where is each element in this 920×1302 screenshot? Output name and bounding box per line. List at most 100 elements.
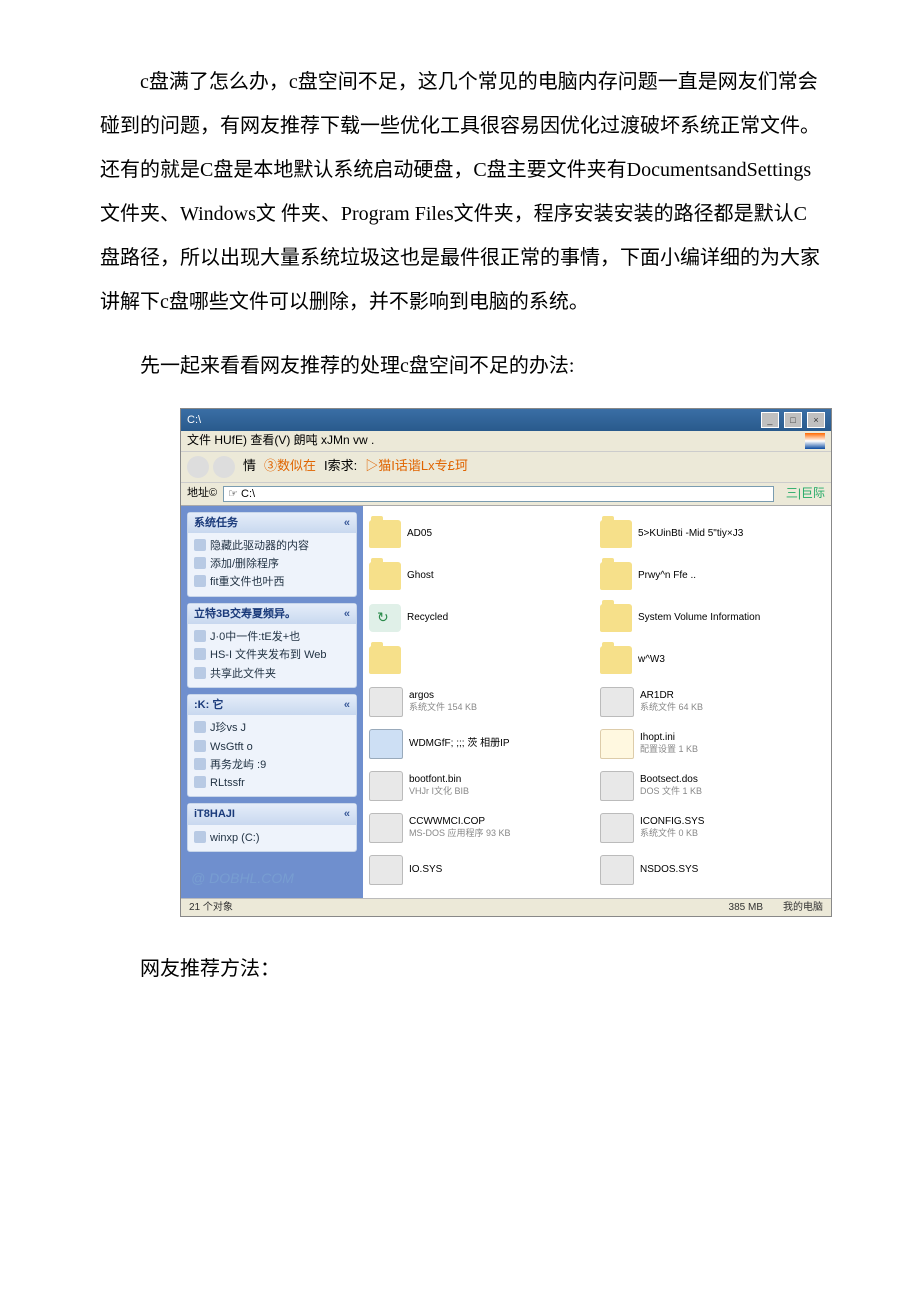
sidebar-panel-body: 隐藏此驱动器的内容添加/删除程序fit重文件也叶西: [188, 533, 356, 596]
sidebar-panel-title[interactable]: :K: 它: [188, 695, 356, 715]
windows-flag-icon: [805, 433, 825, 449]
file-label: ICONFIG.SYS系统文件 0 KB: [640, 815, 704, 840]
file-label: AD05: [407, 527, 432, 540]
toolbar-text-mid: ③数似在: [264, 458, 316, 475]
file-item[interactable]: w^W3: [600, 640, 825, 680]
sidebar-item[interactable]: fit重文件也叶西: [194, 573, 350, 591]
file-label: Bootsect.dosDOS 文件 1 KB: [640, 773, 702, 798]
status-left: 21 个对象: [189, 901, 233, 914]
sidebar-item[interactable]: HS‑I 文件夹发布到 Web: [194, 646, 350, 664]
file-item[interactable]: ICONFIG.SYS系统文件 0 KB: [600, 808, 825, 848]
file-name: IO.SYS: [409, 863, 442, 876]
file-meta: 系统文件 154 KB: [409, 702, 477, 714]
file-meta: 系统文件 64 KB: [640, 702, 703, 714]
sidebar-panel[interactable]: :K: 它J珍vs JWsGtft o再务龙屿 :9RLtssfr: [187, 694, 357, 797]
file-item[interactable]: System Volume Information: [600, 598, 825, 638]
sidebar-item[interactable]: 添加/删除程序: [194, 555, 350, 573]
titlebar[interactable]: C:\ _ □ ×: [181, 409, 831, 431]
folder-icon: [600, 646, 632, 674]
file-item[interactable]: [369, 640, 594, 680]
file-label: CCWWMCI.COPMS‑DOS 应用程序 93 KB: [409, 815, 511, 840]
menubar-items[interactable]: 文件 HUfE) 查看(V) 朗吨 xJMn vw .: [187, 433, 374, 447]
maximize-icon[interactable]: □: [784, 412, 802, 428]
back-icon[interactable]: [187, 456, 209, 478]
file-name: ICONFIG.SYS: [640, 815, 704, 828]
file-item[interactable]: WDMGfF; ;;; 茨 相册IP: [369, 724, 594, 764]
sys-icon: [369, 687, 403, 717]
file-item[interactable]: Prwy^n Ffe ..: [600, 556, 825, 596]
sidebar-item[interactable]: WsGtft o: [194, 738, 350, 756]
file-item[interactable]: bootfont.binVHJr I文化 BIB: [369, 766, 594, 806]
window-buttons[interactable]: _ □ ×: [759, 412, 825, 428]
sidebar-item[interactable]: RLtssfr: [194, 774, 350, 792]
paragraph-lead: 先一起来看看网友推荐的处理c盘空间不足的办法:: [100, 344, 820, 388]
file-item[interactable]: Ihopt.ini配置设置 1 KB: [600, 724, 825, 764]
sidebar-panel[interactable]: 立特3B交寿夏频异。 J·0中一件:tE发+也HS‑I 文件夹发布到 Web共享此…: [187, 603, 357, 688]
sidebar-item[interactable]: winxp (C:): [194, 829, 350, 847]
file-name: AD05: [407, 527, 432, 540]
menubar[interactable]: 文件 HUfE) 查看(V) 朗吨 xJMn vw .: [181, 431, 831, 452]
sys-icon: [369, 855, 403, 885]
file-item[interactable]: Recycled: [369, 598, 594, 638]
file-grid[interactable]: AD05 5>KUinBti ‑Mid 5"tiy×J3 Ghost Prwy^n F…: [363, 506, 831, 898]
rec-icon: [369, 604, 401, 632]
watermark: @ DOBHL.COM: [191, 869, 294, 887]
address-input[interactable]: [223, 486, 774, 502]
sys-icon: [600, 813, 634, 843]
file-label: argos系统文件 154 KB: [409, 689, 477, 714]
folder-icon: [369, 646, 401, 674]
sidebar-panel-body: winxp (C:): [188, 825, 356, 851]
file-label: Ihopt.ini配置设置 1 KB: [640, 731, 698, 756]
file-name: WDMGfF; ;;; 茨 相册IP: [409, 737, 510, 750]
file-meta: DOS 文件 1 KB: [640, 786, 702, 798]
sidebar-item[interactable]: J·0中一件:tE发+也: [194, 628, 350, 646]
file-item[interactable]: AD05: [369, 514, 594, 554]
file-item[interactable]: Bootsect.dosDOS 文件 1 KB: [600, 766, 825, 806]
file-name: System Volume Information: [638, 611, 760, 624]
sidebar-item[interactable]: 共享此文件夹: [194, 665, 350, 683]
sidebar-panel-title[interactable]: 系统任务: [188, 513, 356, 533]
file-item[interactable]: CCWWMCI.COPMS‑DOS 应用程序 93 KB: [369, 808, 594, 848]
ini-icon: [600, 729, 634, 759]
toolbar-search-label: I索求:: [324, 458, 357, 475]
file-meta: VHJr I文化 BIB: [409, 786, 469, 798]
file-label: bootfont.binVHJr I文化 BIB: [409, 773, 469, 798]
go-button[interactable]: 三|巨际: [786, 486, 825, 502]
sidebar: 系统任务隐藏此驱动器的内容添加/删除程序fit重文件也叶西立特3B交寿夏频异。J…: [181, 506, 363, 898]
sidebar-item[interactable]: 再务龙屿 :9: [194, 756, 350, 774]
minimize-icon[interactable]: _: [761, 412, 779, 428]
sidebar-panel-body: J珍vs JWsGtft o再务龙屿 :9RLtssfr: [188, 715, 356, 796]
file-item[interactable]: 5>KUinBti ‑Mid 5"tiy×J3: [600, 514, 825, 554]
sidebar-item[interactable]: 隐藏此驱动器的内容: [194, 537, 350, 555]
file-name: NSDOS.SYS: [640, 863, 698, 876]
folder-icon: [600, 604, 632, 632]
toolbar[interactable]: 情 ③数似在 I索求: ▷猫I话谐Lx专£珂: [181, 452, 831, 483]
file-label: NSDOS.SYS: [640, 863, 698, 876]
folder-icon: [600, 520, 632, 548]
sidebar-item[interactable]: J珍vs J: [194, 719, 350, 737]
file-name: AR1DR: [640, 689, 703, 702]
sidebar-panel-title[interactable]: 立特3B交寿夏频异。: [188, 604, 356, 624]
close-icon[interactable]: ×: [807, 412, 825, 428]
file-name: Ghost: [407, 569, 434, 582]
forward-icon[interactable]: [213, 456, 235, 478]
file-meta: 配置设置 1 KB: [640, 744, 698, 756]
sidebar-panel[interactable]: 系统任务隐藏此驱动器的内容添加/删除程序fit重文件也叶西: [187, 512, 357, 597]
file-item[interactable]: AR1DR系统文件 64 KB: [600, 682, 825, 722]
file-name: argos: [409, 689, 477, 702]
file-item[interactable]: IO.SYS: [369, 850, 594, 890]
sidebar-panel[interactable]: iT8HAJI winxp (C:): [187, 803, 357, 852]
toolbar-text-left: 情: [243, 458, 256, 475]
sys-icon: [369, 771, 403, 801]
sidebar-panel-title[interactable]: iT8HAJI: [188, 804, 356, 824]
file-label: Ghost: [407, 569, 434, 582]
paragraph-intro: c盘满了怎么办，c盘空间不足，这几个常见的电脑内存问题一直是网友们常会碰到的问题…: [100, 60, 820, 324]
file-item[interactable]: Ghost: [369, 556, 594, 596]
file-item[interactable]: argos系统文件 154 KB: [369, 682, 594, 722]
file-item[interactable]: NSDOS.SYS: [600, 850, 825, 890]
file-name: Bootsect.dos: [640, 773, 702, 786]
address-bar[interactable]: 地址© 三|巨际: [181, 483, 831, 506]
sys-icon: [600, 687, 634, 717]
explorer-window: C:\ _ □ × 文件 HUfE) 查看(V) 朗吨 xJMn vw . 情 …: [180, 408, 832, 917]
file-label: w^W3: [638, 653, 665, 666]
